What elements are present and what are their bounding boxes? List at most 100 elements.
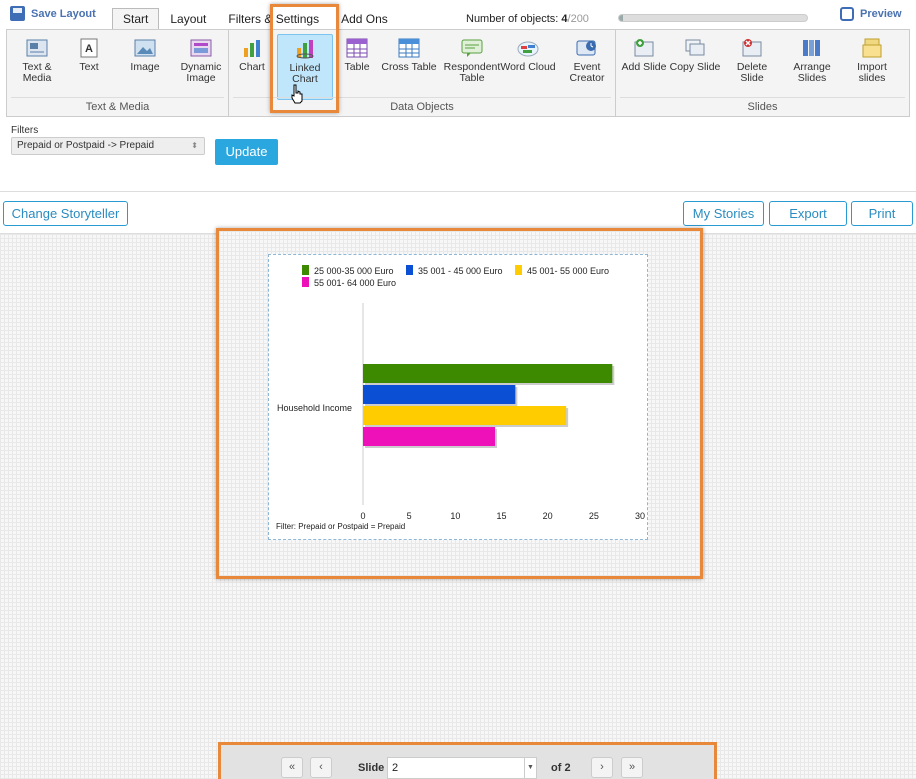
legend-swatch	[515, 265, 522, 275]
tab-start[interactable]: Start	[112, 8, 160, 30]
legend-label: 55 001- 64 000 Euro	[314, 278, 396, 288]
bar[interactable]	[363, 385, 516, 404]
filter-select-value: Prepaid or Postpaid -> Prepaid	[17, 140, 155, 151]
table-label: Table	[344, 61, 370, 73]
import-slides-icon	[862, 38, 882, 58]
respondent-table-button[interactable]: Respondent Table	[439, 34, 505, 98]
ribbon-tabs: Start Layout Filters & Settings Add Ons	[112, 8, 399, 30]
floppy-disk-icon	[10, 6, 25, 21]
slide-number-value: 2	[392, 762, 399, 774]
save-layout-button[interactable]: Save Layout	[10, 6, 96, 21]
import-slides-label: Import slides	[857, 61, 887, 84]
copy-slide-icon	[685, 39, 705, 56]
preview-label: Preview	[860, 8, 902, 20]
word-cloud-button[interactable]: Word Cloud	[500, 34, 556, 98]
cross-table-label: Cross Table	[381, 61, 437, 73]
copy-slide-button[interactable]: Copy Slide	[666, 34, 724, 98]
delete-slide-label: Delete Slide	[736, 61, 768, 84]
linked-chart-object[interactable]: 25 000-35 000 Euro 35 001 - 45 000 Euro 45…	[268, 254, 648, 540]
previous-slide-button[interactable]: ‹	[310, 757, 332, 778]
bar-chart: 25 000-35 000 Euro 35 001 - 45 000 Euro 45…	[276, 265, 645, 531]
legend-swatch	[406, 265, 413, 275]
group-text-media: Text & Media A Text Image Dynamic Image …	[7, 30, 229, 116]
filters-label: Filters	[11, 125, 39, 136]
export-button[interactable]: Export	[769, 201, 847, 226]
my-stories-button[interactable]: My Stories	[683, 201, 764, 226]
table-icon	[346, 38, 368, 58]
tab-add-ons[interactable]: Add Ons	[330, 8, 399, 30]
legend-label: 35 001 - 45 000 Euro	[418, 266, 503, 276]
respondent-table-icon	[461, 39, 483, 57]
text-media-button[interactable]: Text & Media	[9, 34, 65, 98]
import-slides-button[interactable]: Import slides	[844, 34, 900, 98]
legend-label: 45 001- 55 000 Euro	[527, 266, 609, 276]
change-storyteller-button[interactable]: Change Storyteller	[3, 201, 128, 226]
tab-layout[interactable]: Layout	[159, 8, 217, 30]
category-label: Household Income	[277, 403, 352, 413]
arrange-slides-label: Arrange Slides	[793, 61, 831, 84]
cross-table-icon	[398, 38, 420, 58]
slide-total-label: of 2	[551, 762, 571, 774]
arrange-slides-icon	[803, 40, 820, 56]
bar-chart-icon	[244, 40, 260, 57]
word-cloud-icon	[517, 41, 539, 57]
chevron-down-icon[interactable]: ▼	[524, 758, 536, 778]
slide-label: Slide	[358, 762, 385, 774]
next-slide-button[interactable]: ›	[591, 757, 613, 778]
text-media-label: Text & Media	[22, 61, 52, 84]
chevron-up-down-icon: ⬍	[191, 141, 198, 150]
first-slide-button[interactable]: «	[281, 757, 303, 778]
event-creator-label: Event Creator	[569, 61, 605, 84]
delete-slide-button[interactable]: Delete Slide	[724, 34, 780, 98]
update-button[interactable]: Update	[215, 139, 278, 165]
cross-table-button[interactable]: Cross Table	[381, 34, 437, 98]
chart-footnote: Filter: Prepaid or Postpaid = Prepaid	[276, 522, 405, 531]
preview-button[interactable]: Preview	[840, 7, 902, 21]
filter-select[interactable]: Prepaid or Postpaid -> Prepaid ⬍	[11, 137, 205, 155]
x-tick-label: 20	[543, 511, 553, 521]
text-icon: A	[80, 38, 98, 58]
dynamic-image-button[interactable]: Dynamic Image	[173, 34, 229, 98]
last-slide-button[interactable]: »	[621, 757, 643, 778]
print-button[interactable]: Print	[851, 201, 913, 226]
text-button[interactable]: A Text	[61, 34, 117, 98]
image-label: Image	[130, 61, 160, 73]
chart-label: Chart	[239, 61, 265, 73]
x-tick-label: 5	[407, 511, 412, 521]
slide-number-input[interactable]: 2 ▼	[387, 757, 537, 779]
text-media-icon	[26, 39, 48, 57]
object-count-total: /200	[567, 13, 589, 25]
delete-slide-icon	[742, 39, 762, 57]
hand-cursor-icon	[291, 84, 303, 104]
word-cloud-label: Word Cloud	[500, 61, 556, 73]
x-tick-label: 30	[635, 511, 645, 521]
x-tick-label: 0	[360, 511, 365, 521]
arrange-slides-button[interactable]: Arrange Slides	[784, 34, 840, 98]
divider	[0, 191, 916, 192]
bar[interactable]	[363, 364, 613, 383]
save-layout-label: Save Layout	[31, 7, 96, 20]
dynamic-image-label: Dynamic Image	[180, 61, 222, 84]
legend-label: 25 000-35 000 Euro	[314, 266, 394, 276]
object-progress-fill	[619, 15, 623, 21]
top-bar: Save Layout Start Layout Filters & Setti…	[0, 0, 916, 30]
object-count: Number of objects: 4/200	[466, 13, 589, 25]
magnifier-icon	[840, 7, 854, 21]
x-tick-label: 15	[496, 511, 506, 521]
event-creator-button[interactable]: Event Creator	[559, 34, 615, 98]
legend-swatch	[302, 277, 309, 287]
slide-pager: « ‹ Slide 2 ▼ of 2 › »	[218, 742, 717, 779]
object-count-label: Number of objects:	[466, 13, 559, 25]
add-slide-icon	[634, 39, 654, 57]
group-slides: Add Slide Copy Slide Delete Slide Arrang…	[616, 30, 909, 116]
text-label: Text	[79, 61, 99, 73]
add-slide-button[interactable]: Add Slide	[616, 34, 672, 98]
x-tick-label: 25	[589, 511, 599, 521]
respondent-table-label: Respondent Table	[443, 61, 501, 84]
legend-swatch	[302, 265, 309, 275]
bar[interactable]	[363, 427, 496, 446]
bar[interactable]	[363, 406, 567, 425]
image-button[interactable]: Image	[117, 34, 173, 98]
event-creator-icon	[576, 40, 596, 56]
object-progress-bar	[618, 14, 808, 22]
